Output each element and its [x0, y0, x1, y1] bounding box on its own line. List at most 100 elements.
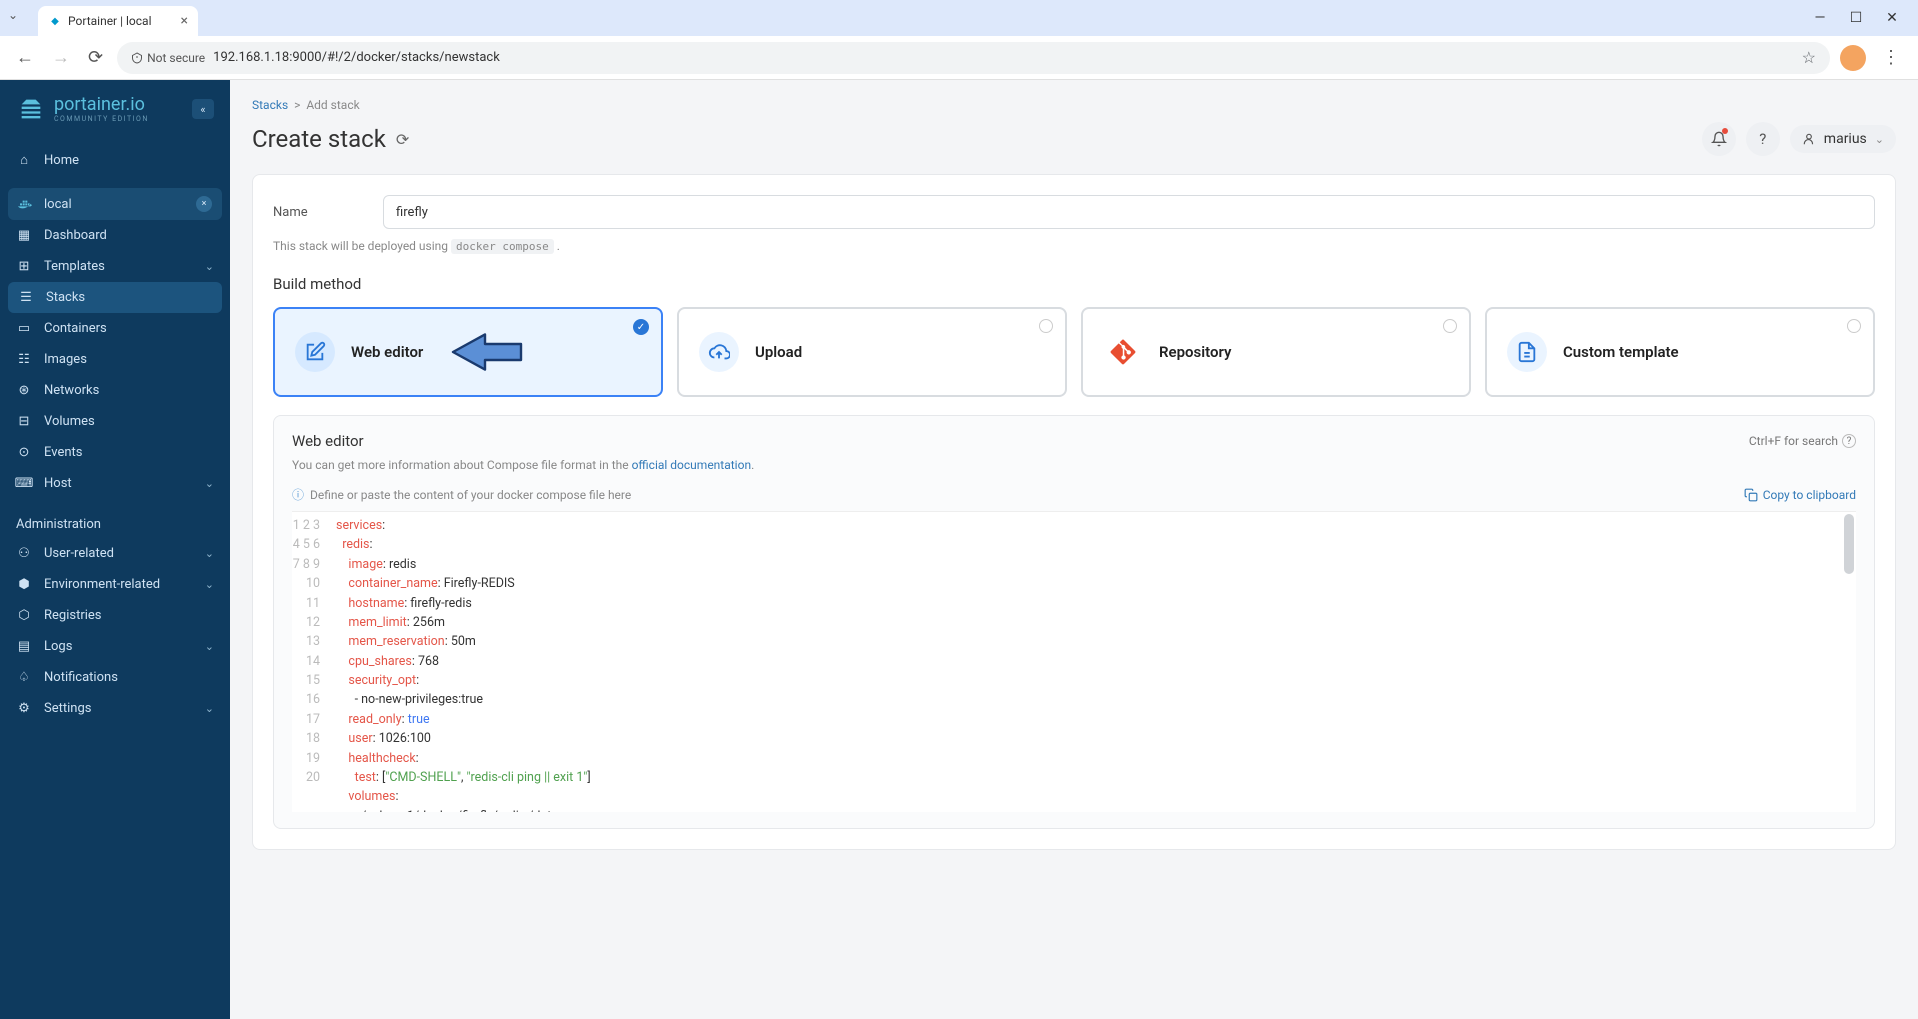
nav-icon: ⊟ [16, 414, 32, 429]
nav-icon: ⬢ [16, 577, 32, 592]
name-label: Name [273, 205, 363, 220]
url-text: 192.168.1.18:9000/#!/2/docker/stacks/new… [213, 50, 500, 65]
logo-icon [16, 94, 46, 124]
home-icon: ⌂ [16, 152, 32, 168]
nav-icon: ▦ [16, 228, 32, 243]
tile-upload[interactable]: Upload [677, 307, 1067, 397]
page-title: Create stack ⟳ [252, 125, 409, 153]
profile-avatar[interactable] [1840, 45, 1866, 71]
editor-placeholder-hint: ⓘ Define or paste the content of your do… [292, 486, 631, 503]
nav-icon: ♤ [16, 670, 32, 685]
editor-title: Web editor [292, 432, 364, 450]
sidebar-item-settings[interactable]: ⚙Settings⌄ [0, 693, 230, 724]
nav-icon: ⚇ [16, 546, 32, 561]
chevron-down-icon: ⌄ [205, 260, 214, 273]
radio-icon [1847, 319, 1861, 333]
info-icon: ⓘ [292, 486, 304, 503]
radio-icon [1443, 319, 1457, 333]
annotation-arrow [445, 331, 525, 373]
window-controls: — ☐ ✕ [1810, 10, 1910, 26]
docker-icon [18, 197, 34, 211]
logo-text: portainer.io [54, 96, 149, 114]
nav-icon: ☰ [18, 290, 34, 305]
git-icon [1103, 332, 1143, 372]
env-close-icon[interactable]: × [196, 196, 212, 212]
forward-icon[interactable]: → [48, 43, 74, 72]
sidebar-item-volumes[interactable]: ⊟Volumes [0, 406, 230, 437]
sidebar-item-stacks[interactable]: ☰Stacks [8, 282, 222, 313]
help-icon[interactable]: ? [1746, 122, 1780, 156]
tile-repository[interactable]: Repository [1081, 307, 1471, 397]
browser-menu-icon[interactable]: ⋮ [1876, 47, 1906, 68]
deploy-hint: This stack will be deployed using docker… [273, 239, 1875, 253]
tile-custom-template[interactable]: Custom template [1485, 307, 1875, 397]
chevron-down-icon: ⌄ [205, 477, 214, 490]
nav-icon: ▭ [16, 321, 32, 336]
copy-to-clipboard-button[interactable]: Copy to clipboard [1744, 488, 1856, 502]
sidebar-item-registries[interactable]: ⬡Registries [0, 600, 230, 631]
chevron-down-icon: ⌄ [205, 547, 214, 560]
chevron-down-icon: ⌄ [205, 578, 214, 591]
sidebar-item-host[interactable]: ⌨Host⌄ [0, 468, 230, 499]
sidebar-item-environment-related[interactable]: ⬢Environment-related⌄ [0, 569, 230, 600]
tab-title: Portainer | local [68, 14, 152, 28]
sidebar-item-dashboard[interactable]: ▦Dashboard [0, 220, 230, 251]
sidebar-item-networks[interactable]: ⊛Networks [0, 375, 230, 406]
breadcrumb: Stacks > Add stack [252, 98, 1896, 112]
notifications-icon[interactable] [1702, 122, 1736, 156]
sidebar-item-logs[interactable]: ▤Logs⌄ [0, 631, 230, 662]
user-icon [1802, 132, 1816, 146]
editor-scrollbar[interactable] [1844, 514, 1854, 574]
nav-icon: ⊞ [16, 259, 32, 274]
browser-tab[interactable]: ◆ Portainer | local × [38, 6, 198, 36]
check-icon: ✓ [633, 319, 649, 335]
line-numbers: 1 2 3 4 5 6 7 8 9 10 11 12 13 14 15 16 1… [292, 512, 332, 791]
tile-web-editor[interactable]: Web editor ✓ [273, 307, 663, 397]
nav-icon: ⌨ [16, 476, 32, 491]
web-editor-panel: Web editor Ctrl+F for search ? You can g… [273, 415, 1875, 829]
not-secure-badge: Not secure [131, 51, 205, 65]
sidebar-collapse-button[interactable]: « [192, 99, 214, 119]
refresh-icon[interactable]: ⟳ [396, 130, 409, 149]
file-icon [1507, 332, 1547, 372]
reload-icon[interactable]: ⟳ [84, 43, 107, 72]
admin-heading: Administration [0, 505, 230, 538]
sidebar-item-user-related[interactable]: ⚇User-related⌄ [0, 538, 230, 569]
logo-subtext: COMMUNITY EDITION [54, 116, 149, 123]
logo: portainer.io COMMUNITY EDITION « [0, 80, 230, 138]
tab-close-icon[interactable]: × [181, 13, 188, 29]
code-content[interactable]: services: redis: image: redis container_… [336, 512, 1856, 812]
tab-dropdown-icon[interactable]: ⌄ [8, 8, 18, 22]
browser-titlebar: ⌄ ◆ Portainer | local × — ☐ ✕ [0, 0, 1918, 36]
docs-link[interactable]: official documentation [632, 458, 752, 472]
chevron-down-icon: ⌄ [205, 640, 214, 653]
bookmark-star-icon[interactable]: ☆ [1802, 48, 1816, 67]
close-icon[interactable]: ✕ [1882, 10, 1902, 26]
nav-icon: ⬡ [16, 608, 32, 623]
name-input[interactable] [383, 195, 1875, 229]
browser-toolbar: ← → ⟳ Not secure 192.168.1.18:9000/#!/2/… [0, 36, 1918, 80]
sidebar-item-images[interactable]: ☷Images [0, 344, 230, 375]
copy-icon [1744, 488, 1758, 502]
sidebar-item-events[interactable]: ⊙Events [0, 437, 230, 468]
sidebar-item-templates[interactable]: ⊞Templates⌄ [0, 251, 230, 282]
chevron-down-icon: ⌄ [205, 702, 214, 715]
sidebar-home[interactable]: ⌂ Home [0, 144, 230, 176]
chevron-down-icon: ⌄ [1875, 133, 1884, 146]
radio-icon [1039, 319, 1053, 333]
sidebar-item-containers[interactable]: ▭Containers [0, 313, 230, 344]
help-icon[interactable]: ? [1842, 434, 1856, 448]
nav-icon: ⊛ [16, 383, 32, 398]
sidebar-item-notifications[interactable]: ♤Notifications [0, 662, 230, 693]
code-editor[interactable]: 1 2 3 4 5 6 7 8 9 10 11 12 13 14 15 16 1… [292, 511, 1856, 812]
sidebar: portainer.io COMMUNITY EDITION « ⌂ Home … [0, 80, 230, 1019]
maximize-icon[interactable]: ☐ [1846, 10, 1866, 26]
address-bar[interactable]: Not secure 192.168.1.18:9000/#!/2/docker… [117, 42, 1830, 74]
breadcrumb-stacks[interactable]: Stacks [252, 98, 288, 112]
back-icon[interactable]: ← [12, 43, 38, 72]
user-menu[interactable]: marius ⌄ [1790, 125, 1896, 153]
minimize-icon[interactable]: — [1810, 10, 1830, 26]
sidebar-environment[interactable]: local × [8, 188, 222, 220]
build-method-heading: Build method [273, 275, 1875, 293]
nav-icon: ⚙ [16, 701, 32, 716]
